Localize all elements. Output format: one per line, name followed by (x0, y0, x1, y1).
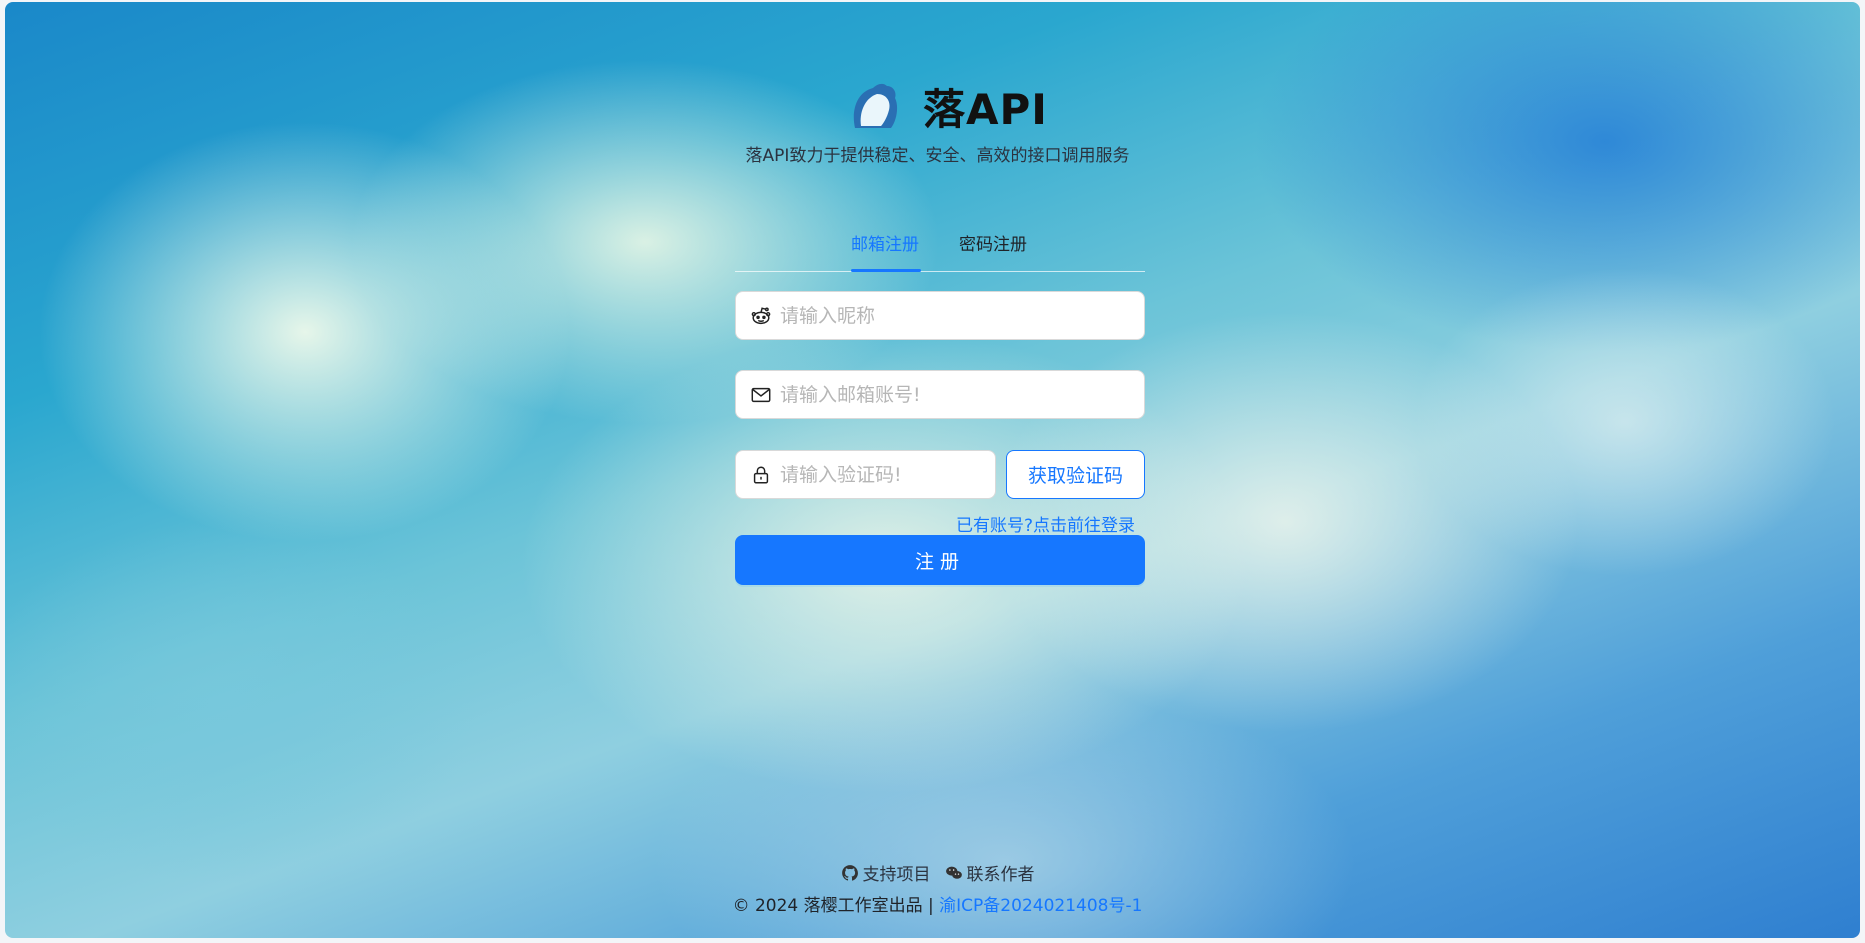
app-subtitle: 落API致力于提供稳定、安全、高效的接口调用服务 (745, 146, 1130, 166)
brand-header: 落API (847, 76, 1048, 137)
mail-icon (751, 387, 771, 402)
tab-password-register[interactable]: 密码注册 (959, 230, 1027, 255)
copyright-text: © 2024 落樱工作室出品 | (732, 896, 940, 916)
support-project-link[interactable]: 支持项目 (841, 860, 931, 885)
background-frame: 落API 落API致力于提供稳定、安全、高效的接口调用服务 邮箱注册 密码注册 (5, 2, 1860, 938)
email-input[interactable] (780, 383, 1144, 406)
lock-icon (753, 465, 769, 484)
nickname-field[interactable] (735, 291, 1145, 340)
app-title: 落API (923, 85, 1048, 134)
wechat-icon (945, 866, 962, 879)
icp-link[interactable]: 渝ICP备2024021408号-1 (939, 896, 1142, 916)
logo-icon (853, 83, 898, 128)
github-icon (841, 864, 858, 881)
contact-author-link[interactable]: 联系作者 (945, 860, 1035, 885)
get-code-button[interactable]: 获取验证码 (1006, 450, 1145, 499)
register-button[interactable]: 注册 (735, 535, 1145, 585)
reddit-icon (751, 306, 771, 324)
support-project-label: 支持项目 (862, 865, 931, 885)
footer-links: 支持项目 联系作者 (5, 860, 1860, 885)
copyright-line: © 2024 落樱工作室出品 | 渝ICP备2024021408号-1 (5, 891, 1860, 916)
active-tab-indicator (851, 269, 921, 272)
verification-code-field[interactable] (735, 450, 996, 499)
verification-code-input[interactable] (780, 463, 995, 486)
email-field[interactable] (735, 370, 1145, 419)
nickname-input[interactable] (780, 304, 1144, 327)
contact-author-label: 联系作者 (966, 865, 1035, 885)
register-tabs: 邮箱注册 密码注册 (735, 224, 1145, 272)
goto-login-link[interactable]: 已有账号?点击前往登录 (956, 511, 1135, 536)
tab-email-register[interactable]: 邮箱注册 (851, 230, 919, 255)
